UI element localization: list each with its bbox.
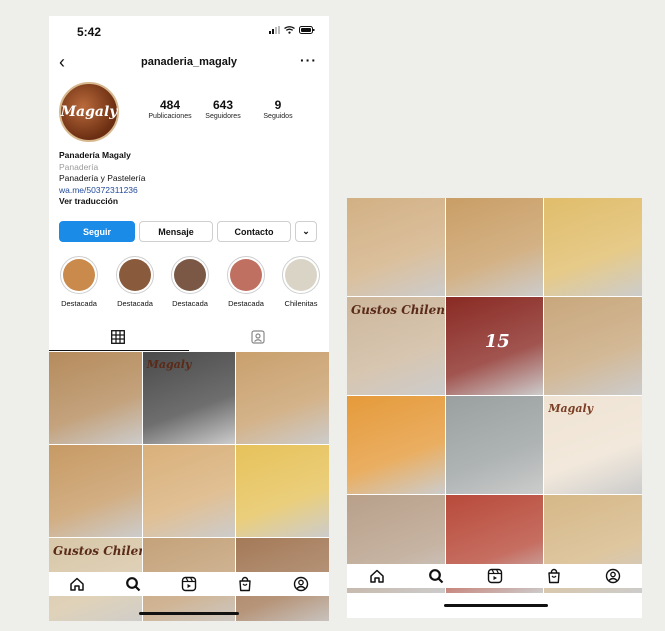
tab-posts-grid[interactable] [111,330,125,349]
search-icon[interactable] [125,576,141,592]
more-options-button[interactable]: ··· [300,52,317,68]
highlight-3[interactable]: Destacada [165,256,215,308]
translate-link[interactable]: Ver traducción [59,196,299,208]
stat-posts[interactable]: 484 Publicaciones [145,98,195,120]
tab-tagged[interactable] [251,330,265,349]
highlight-5-label: Chilenitas [284,299,318,308]
post-thumbnail[interactable]: Magaly [544,396,642,494]
bio-section: Panadería Magaly Panadería Panadería y P… [59,150,299,208]
profile-icon[interactable] [605,568,621,584]
highlight-3-label: Destacada [172,299,208,308]
highlight-4-cover [227,256,265,294]
suggestions-dropdown-button[interactable]: ⌄ [295,221,317,242]
reels-icon[interactable] [181,576,197,592]
stat-posts-label: Publicaciones [148,113,192,120]
posts-grid-continued: Gustos Chilenit 15 Magaly [347,198,642,593]
stat-followers-label: Seguidores [205,113,241,120]
post-thumbnail[interactable] [445,396,544,494]
message-button[interactable]: Mensaje [139,221,213,242]
active-tab-indicator [49,350,189,351]
post-thumbnail[interactable]: Gustos Chilenit [347,297,445,395]
highlight-5[interactable]: Chilenitas [276,256,326,308]
highlight-4[interactable]: Destacada [221,256,271,308]
post-overlay-text: Gustos Chilenit [53,544,142,558]
search-icon[interactable] [428,568,444,584]
highlight-1[interactable]: Destacada [54,256,104,308]
post-thumbnail[interactable] [347,198,445,296]
stat-following-label: Seguidos [263,113,293,120]
stat-followers[interactable]: 643 Seguidores [197,98,249,120]
contact-button[interactable]: Contacto [217,221,291,242]
stat-posts-value: 484 [159,98,181,112]
post-thumbnail[interactable] [347,396,445,494]
post-overlay-text: Magaly [548,402,594,415]
post-thumbnail[interactable] [544,198,642,296]
status-icons [269,26,315,34]
shop-icon[interactable] [546,568,562,584]
tagged-icon [251,330,265,344]
highlight-3-cover [171,256,209,294]
post-thumbnail[interactable] [544,297,642,395]
highlight-2[interactable]: Destacada [110,256,160,308]
follow-button[interactable]: Seguir [59,221,135,242]
bottom-nav-2 [347,564,642,588]
home-icon[interactable] [369,568,385,584]
status-time: 5:42 [77,25,102,39]
post-thumbnail[interactable]: 15 [445,297,544,395]
bio-link[interactable]: wa.me/50372311236 [59,185,299,197]
bio-description: Panadería y Pastelería [59,173,146,183]
stat-followers-value: 643 [212,98,234,112]
post-thumbnail[interactable] [142,445,236,537]
post-overlay-text: Magaly [146,358,192,371]
highlight-2-cover [116,256,154,294]
stat-following[interactable]: 9 Seguidos [253,98,303,120]
battery-icon [299,26,315,34]
reels-icon[interactable] [487,568,503,584]
avatar-logo-text: Magaly [60,104,118,120]
post-overlay-text: 15 [484,331,510,353]
home-indicator [444,604,548,607]
post-thumbnail[interactable] [49,445,142,537]
highlight-1-label: Destacada [61,299,97,308]
home-icon[interactable] [69,576,85,592]
wifi-icon [284,26,295,34]
post-thumbnail[interactable] [236,352,329,444]
bio-name: Panadería Magaly [59,150,131,160]
post-thumbnail[interactable]: Magaly [142,352,236,444]
phone-profile-screen: 5:42 ‹ panaderia_magaly ··· Magaly 484 P… [49,16,329,621]
post-overlay-text: Gustos Chilenit [351,303,445,317]
signal-icon [269,26,280,34]
bottom-nav [49,572,329,596]
highlight-1-cover [60,256,98,294]
highlight-5-cover [282,256,320,294]
shop-icon[interactable] [237,576,253,592]
profile-username: panaderia_magaly [141,56,237,68]
avatar[interactable]: Magaly [59,82,119,142]
post-thumbnail[interactable] [236,445,329,537]
highlight-2-label: Destacada [117,299,153,308]
stat-following-value: 9 [274,98,282,112]
bio-category: Panadería [59,161,99,172]
phone-explore-screen: Gustos Chilenit 15 Magaly [347,198,642,618]
grid-icon [111,330,125,344]
profile-icon[interactable] [293,576,309,592]
home-indicator [139,612,239,615]
highlight-4-label: Destacada [228,299,264,308]
post-thumbnail[interactable] [49,352,142,444]
post-thumbnail[interactable] [445,198,544,296]
